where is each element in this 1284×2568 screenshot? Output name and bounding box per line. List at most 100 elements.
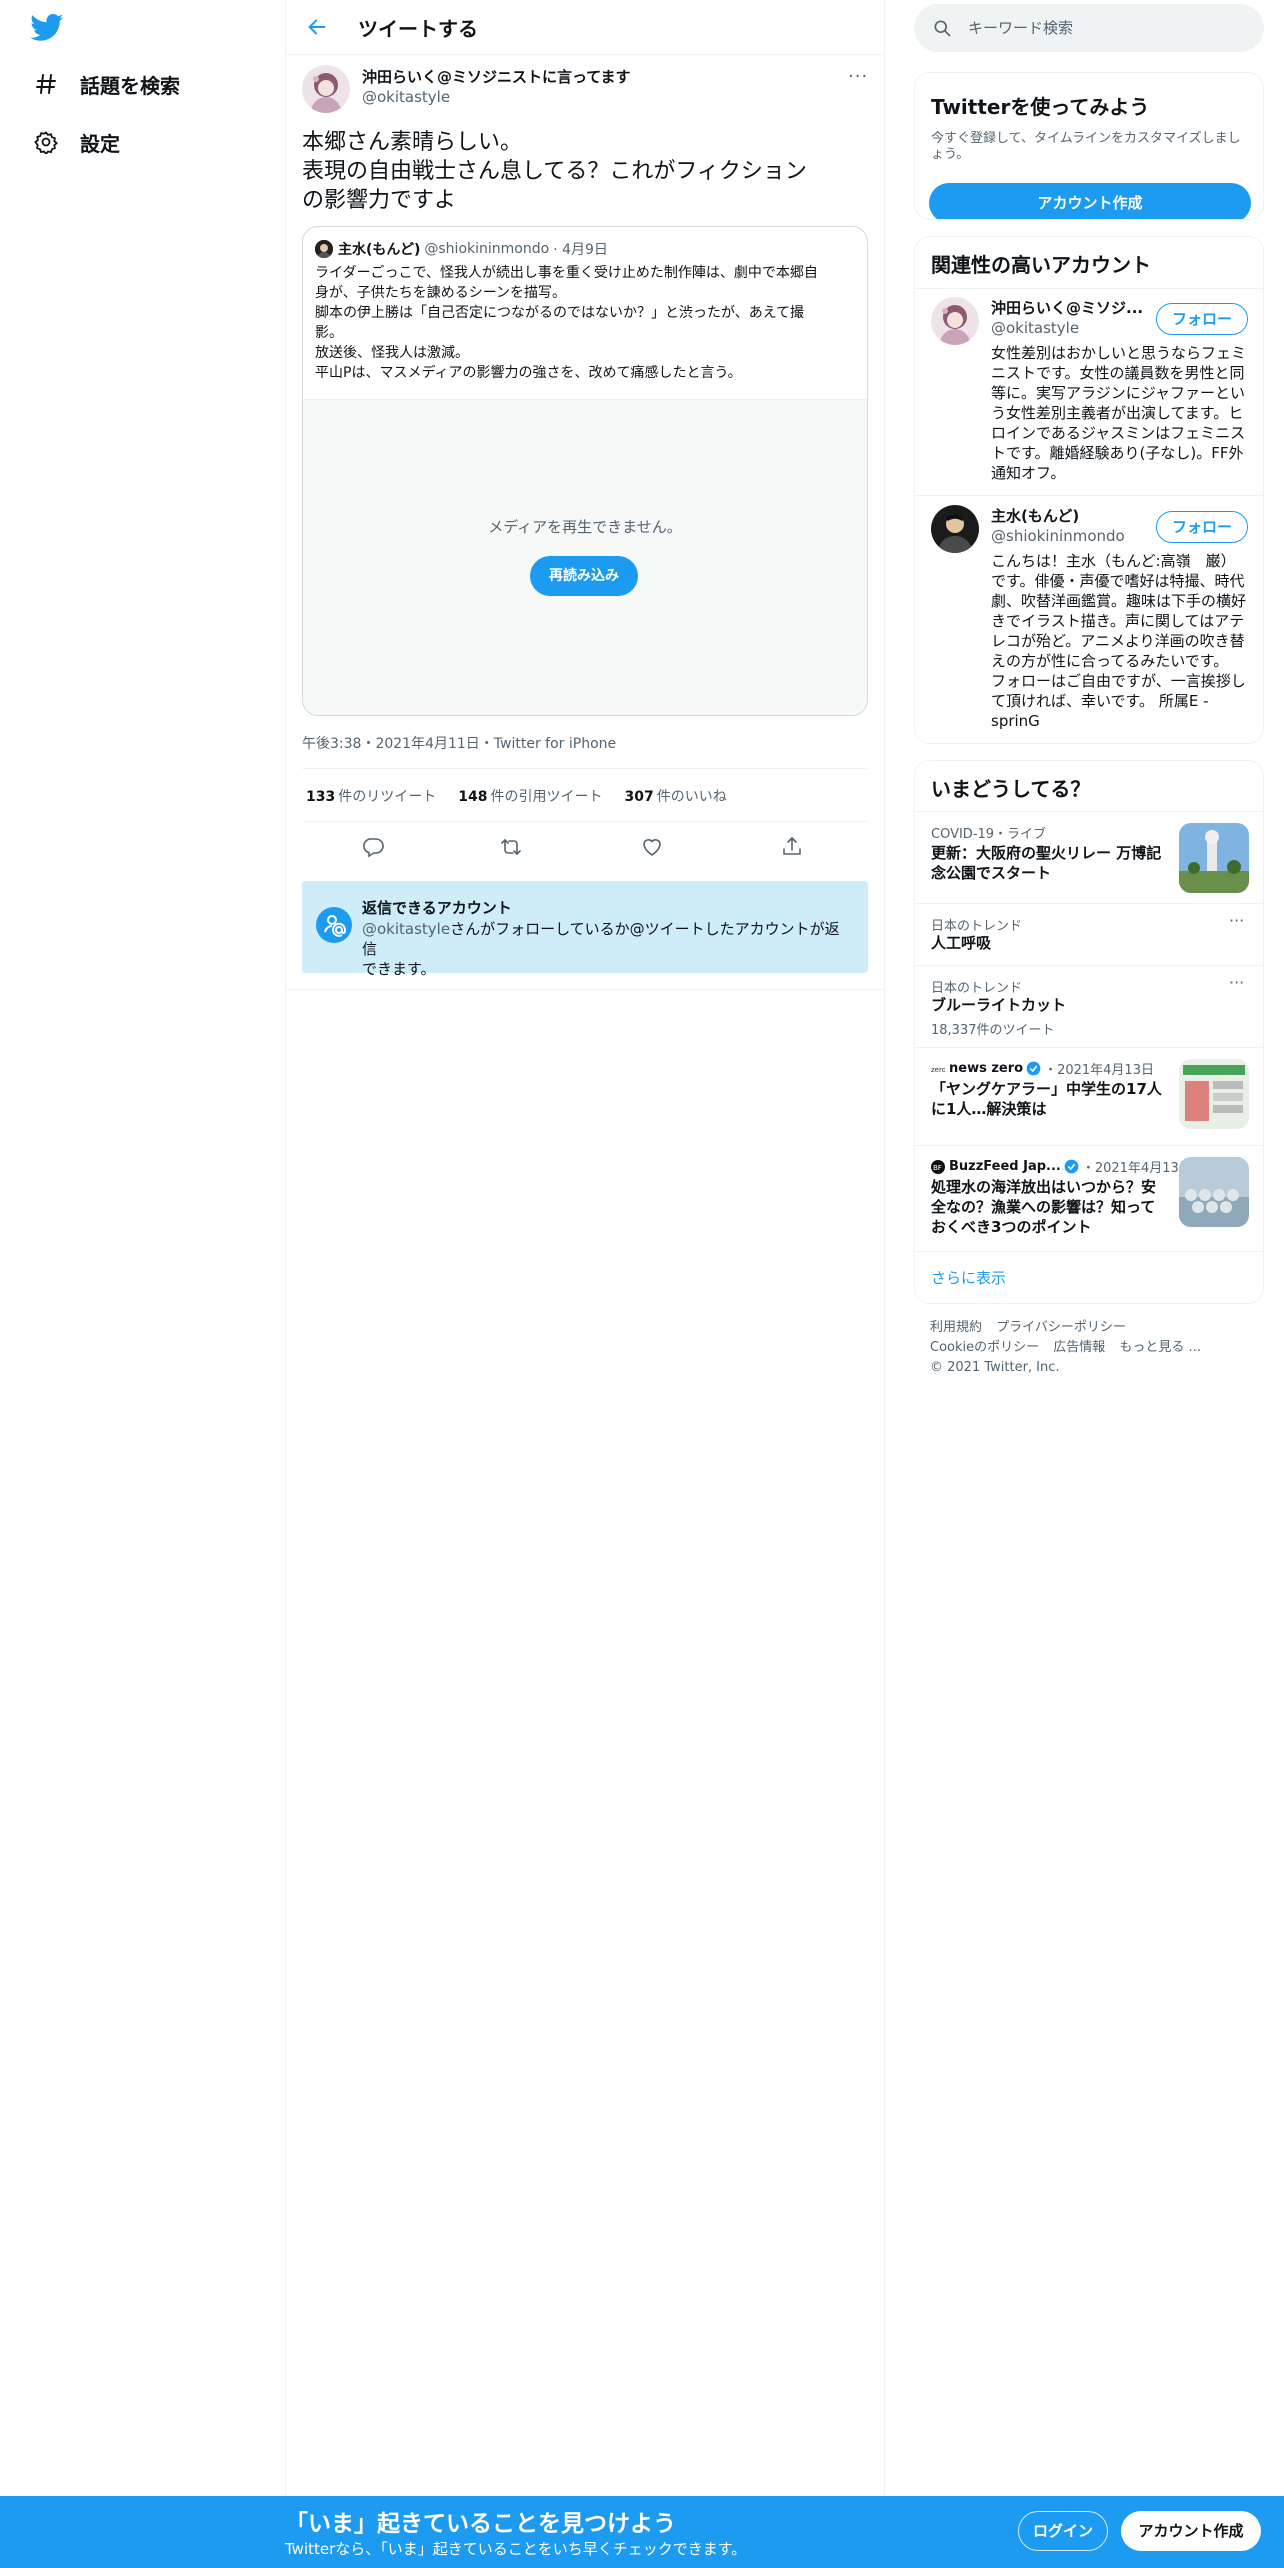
- related-account-name[interactable]: 主水(もんど): [991, 505, 1151, 526]
- like-count[interactable]: 307 件のいいね: [624, 786, 726, 806]
- footer-links: 利用規約 プライバシーポリシー Cookieのポリシー 広告情報 もっと見る .…: [930, 1318, 1250, 1378]
- trend-title[interactable]: 人工呼吸: [931, 933, 1171, 953]
- trend-context: 日本のトレンド: [931, 981, 1023, 996]
- quoted-tweet[interactable]: 主水(もんど) @shiokininmondo · 4月9日 ライダーごっこで、…: [302, 226, 868, 716]
- trend-context: zero news zero ・2021年4月13日: [931, 1059, 1154, 1078]
- login-button[interactable]: ログイン: [1018, 2511, 1108, 2551]
- page-title: ツイートする: [358, 17, 478, 41]
- footer-link-cookies[interactable]: Cookieのポリシー: [930, 1340, 1039, 1355]
- trend-thumbnail[interactable]: [1179, 823, 1249, 893]
- related-accounts-title: 関連性の高いアカウント: [931, 253, 1151, 277]
- author-handle[interactable]: @okitastyle: [362, 88, 450, 106]
- news-source-logo-icon: BF: [931, 1159, 945, 1174]
- quote-count[interactable]: 148 件の引用ツイート: [458, 786, 602, 806]
- tweet-text-line: 本郷さん素晴らしい。: [302, 130, 523, 155]
- create-account-button[interactable]: アカウント作成: [929, 183, 1251, 219]
- quoted-text-line: ライダーごっこで、怪我人が続出し事を重く受け止めた制作陣は、劇中で本郷自: [315, 265, 818, 281]
- avatar[interactable]: [931, 297, 979, 345]
- signup-banner: 「いま」起きていることを見つけよう Twitterなら、「いま」起きていることを…: [0, 2496, 1284, 2568]
- main-column: ツイートする 沖田らいく@ミソジニストに言ってます @okitastyle ··…: [285, 0, 885, 2568]
- trend-title[interactable]: 更新：大阪府の聖火リレー 万博記 念公園でスタート: [931, 843, 1171, 883]
- divider: [286, 989, 884, 990]
- divider: [302, 821, 868, 822]
- trend-context: COVID-19・ライブ: [931, 827, 1047, 842]
- related-account-handle[interactable]: @okitastyle: [991, 319, 1079, 337]
- nav-item-explore[interactable]: 話題を検索: [34, 64, 180, 104]
- heart-icon[interactable]: [640, 835, 664, 859]
- related-account-name[interactable]: 沖田らいく@ミソジ...: [991, 297, 1151, 318]
- trends-card: いまどうしてる？ COVID-19・ライブ 更新：大阪府の聖火リレー 万博記 念…: [914, 760, 1264, 1304]
- arrow-left-icon[interactable]: [306, 16, 328, 38]
- search-input[interactable]: [968, 4, 1248, 52]
- trend-context: 日本のトレンド: [931, 919, 1023, 934]
- svg-text:zero: zero: [931, 1066, 945, 1074]
- quoted-tweet-text: ライダーごっこで、怪我人が続出し事を重く受け止めた制作陣は、劇中で本郷自 身が、…: [315, 263, 855, 383]
- quoted-author-name: 主水(もんど): [338, 242, 421, 258]
- nav-item-label: 話題を検索: [80, 73, 180, 98]
- avatar[interactable]: [302, 65, 350, 113]
- trend-source: BuzzFeed Jap...: [949, 1159, 1061, 1174]
- trends-title: いまどうしてる？: [931, 777, 1091, 801]
- tweet-stats: 133 件のリツイート 148 件の引用ツイート 307 件のいいね: [306, 786, 749, 806]
- trend-title[interactable]: 「ヤングケアラー」中学生の17人 に1人…解決策は: [931, 1079, 1171, 1119]
- reload-button[interactable]: 再読み込み: [530, 556, 638, 596]
- footer-link-privacy[interactable]: プライバシーポリシー: [996, 1320, 1126, 1335]
- tweet-text-line: 表現の自由戦士さん息してる？これがフィクション: [302, 159, 807, 184]
- divider: [915, 811, 1263, 812]
- create-account-button[interactable]: アカウント作成: [1121, 2511, 1261, 2551]
- nav-item-label: 設定: [80, 131, 120, 156]
- trend-date: ・2021年4月13日: [1044, 1063, 1154, 1078]
- reply-restriction-desc: @okitastyleさんがフォローしているか@ツイートしたアカウントが返信 で…: [362, 919, 852, 979]
- trend-title[interactable]: 処理水の海洋放出はいつから？安 全なの？漁業への影響は？知って おくべき3つのポ…: [931, 1177, 1171, 1237]
- avatar[interactable]: [931, 505, 979, 553]
- banner-title: 「いま」起きていることを見つけよう: [285, 2511, 676, 2537]
- signup-card: Twitterを使ってみよう 今すぐ登録して、タイムラインをカスタマイズしましょ…: [914, 72, 1264, 220]
- retweet-count[interactable]: 133 件のリツイート: [306, 786, 436, 806]
- related-account-bio: こんちは！主水（もんど:高嶺 巌） です。俳優・声優で嗜好は特撮、時代 劇、吹替…: [991, 552, 1247, 730]
- footer-link-more[interactable]: もっと見る ...: [1119, 1340, 1201, 1355]
- follow-button[interactable]: フォロー: [1156, 303, 1248, 335]
- author-name[interactable]: 沖田らいく@ミソジニストに言ってます: [362, 66, 631, 87]
- trend-title[interactable]: ブルーライトカット: [931, 995, 1171, 1015]
- mention-user-icon: [316, 907, 352, 943]
- more-options-icon[interactable]: ···: [1229, 973, 1244, 992]
- show-more-link[interactable]: さらに表示: [931, 1267, 1006, 1288]
- page-header: ツイートする: [286, 0, 884, 55]
- signup-card-title: Twitterを使ってみよう: [931, 95, 1150, 119]
- follow-button[interactable]: フォロー: [1156, 511, 1248, 543]
- trend-thumbnail[interactable]: [1179, 1059, 1249, 1129]
- svg-text:BF: BF: [933, 1164, 942, 1172]
- divider: [915, 1145, 1263, 1146]
- quoted-date: · 4月9日: [553, 242, 608, 258]
- quoted-text-line: 放送後、怪我人は激減。: [315, 345, 469, 361]
- retweet-icon[interactable]: [499, 835, 523, 859]
- footer-link-terms[interactable]: 利用規約: [930, 1320, 982, 1335]
- reply-restriction-title: 返信できるアカウント: [362, 899, 512, 917]
- search-bar[interactable]: [914, 4, 1264, 52]
- twitter-bird-icon[interactable]: [30, 14, 64, 42]
- quoted-tweet-header: 主水(もんど) @shiokininmondo · 4月9日: [315, 239, 608, 259]
- quoted-text-line: 身が、子供たちを諌めるシーンを描写。: [315, 285, 567, 301]
- trend-thumbnail[interactable]: [1179, 1157, 1249, 1227]
- verified-badge-icon: [1064, 1159, 1079, 1174]
- copyright: © 2021 Twitter, Inc.: [930, 1360, 1060, 1375]
- tweet-text: 本郷さん素晴らしい。 表現の自由戦士さん息してる？これがフィクション の影響力で…: [302, 128, 868, 215]
- related-account-handle[interactable]: @shiokininmondo: [991, 527, 1125, 545]
- reply-restriction-handle[interactable]: @okitastyle: [362, 920, 450, 938]
- divider: [915, 903, 1263, 904]
- divider: [915, 1251, 1263, 1252]
- search-icon: [932, 18, 952, 38]
- tweet-timestamp[interactable]: 午後3:38・2021年4月11日・Twitter for iPhone: [302, 733, 616, 753]
- verified-badge-icon: [1026, 1061, 1041, 1076]
- more-options-icon[interactable]: ···: [848, 66, 868, 87]
- banner-subtitle: Twitterなら、「いま」起きていることをいち早くチェックできます。: [285, 2540, 747, 2558]
- news-source-logo-icon: zero: [931, 1063, 945, 1074]
- more-options-icon[interactable]: ···: [1229, 911, 1244, 930]
- footer-link-ads-info[interactable]: 広告情報: [1053, 1340, 1105, 1355]
- hashtag-icon: [34, 72, 58, 96]
- signup-card-desc: 今すぐ登録して、タイムラインをカスタマイズしましょう。: [931, 131, 1241, 162]
- nav-item-settings[interactable]: 設定: [34, 122, 120, 162]
- divider: [915, 965, 1263, 966]
- share-icon[interactable]: [780, 835, 804, 859]
- comment-icon[interactable]: [361, 835, 385, 859]
